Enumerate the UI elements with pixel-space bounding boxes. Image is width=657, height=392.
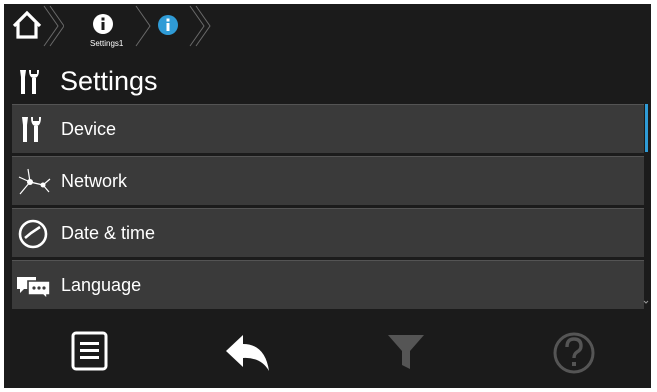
- info-icon: [93, 5, 151, 47]
- menu-item-label: Language: [61, 275, 142, 295]
- breadcrumb: Settings1: [4, 4, 651, 56]
- device-screen: Settings1 Settings Device Network Date &…: [4, 4, 651, 388]
- help-icon: [553, 332, 595, 374]
- menu-item-device[interactable]: Device: [12, 104, 644, 153]
- network-icon: [18, 168, 51, 195]
- list-icon: [71, 331, 108, 371]
- info-icon-active: [158, 5, 211, 47]
- wrench-screwdriver-icon: [22, 117, 41, 142]
- help-button[interactable]: [550, 327, 602, 377]
- breadcrumb-settings1[interactable]: Settings1: [52, 4, 152, 56]
- menu-item-date-time[interactable]: Date & time: [12, 208, 644, 257]
- chevron-down-icon: [643, 300, 649, 304]
- menu-item-label: Device: [61, 119, 117, 139]
- list-button[interactable]: [68, 327, 120, 377]
- wrench-screwdriver-icon: [20, 70, 39, 94]
- filter-button[interactable]: [384, 327, 436, 377]
- back-button[interactable]: [223, 327, 275, 377]
- breadcrumb-label: Settings1: [90, 39, 124, 48]
- menu-item-label: Date & time: [61, 223, 156, 243]
- page-title: Settings: [60, 66, 158, 96]
- menu-item-network[interactable]: Network: [12, 156, 644, 205]
- page-header: Settings: [4, 58, 651, 104]
- menu-item-language[interactable]: Language: [12, 260, 644, 309]
- scrollbar-thumb[interactable]: [645, 104, 648, 152]
- bottom-toolbar: [4, 313, 651, 388]
- settings-menu-list: Device Network Date & time Language: [12, 104, 644, 309]
- chat-bubbles-icon: [17, 277, 51, 301]
- menu-item-label: Network: [61, 171, 128, 191]
- clock-icon: [18, 219, 48, 249]
- breadcrumb-current[interactable]: [146, 4, 216, 56]
- back-arrow-icon: [226, 335, 269, 371]
- filter-icon: [388, 335, 424, 369]
